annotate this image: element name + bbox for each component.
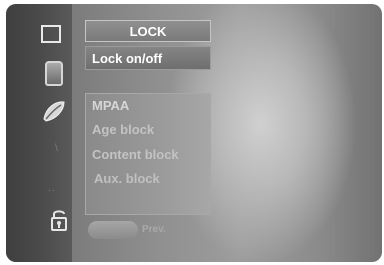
submenu-item-aux-block[interactable]: Aux. block <box>94 171 160 186</box>
lock-on-off-item[interactable]: Lock on/off <box>85 46 211 70</box>
submenu-item-content-block[interactable]: Content block <box>92 147 179 162</box>
picture-icon[interactable] <box>41 25 61 43</box>
dots-icon[interactable]: .. <box>48 183 56 194</box>
submenu-item-age-block[interactable]: Age block <box>92 122 154 137</box>
dot-icon[interactable]: \ <box>55 143 58 154</box>
leaf-icon[interactable] <box>40 97 68 125</box>
prev-button[interactable] <box>88 221 138 239</box>
lock-menu-title: LOCK <box>85 20 211 42</box>
lock-icon[interactable] <box>50 208 68 232</box>
submenu-item-mpaa[interactable]: MPAA <box>92 98 129 113</box>
audio-icon[interactable] <box>45 61 63 86</box>
prev-label: Prev. <box>142 224 166 235</box>
